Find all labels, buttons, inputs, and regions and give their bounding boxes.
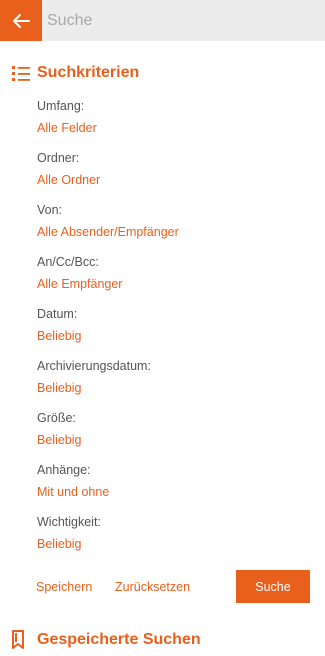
list-icon xyxy=(11,63,31,83)
search-box xyxy=(42,0,325,41)
arrow-left-icon xyxy=(13,13,30,28)
criterion-item: Ordner: Alle Ordner xyxy=(37,148,307,200)
criterion-value-link[interactable]: Alle Ordner xyxy=(37,170,307,190)
criterion-value-link[interactable]: Beliebig xyxy=(37,430,307,450)
criterion-value-link[interactable]: Beliebig xyxy=(37,378,307,398)
criteria-list: Umfang: Alle Felder Ordner: Alle Ordner Von:… xyxy=(37,96,307,564)
criterion-item: Datum: Beliebig xyxy=(37,304,307,356)
section-title: Gespeicherte Suchen xyxy=(37,631,201,648)
search-criteria-header[interactable]: Suchkriterien xyxy=(11,63,139,83)
bookmark-icon xyxy=(11,630,31,650)
criterion-label: Datum: xyxy=(37,307,78,321)
save-button[interactable]: Speichern xyxy=(36,570,92,604)
criterion-label: Ordner: xyxy=(37,151,80,165)
criterion-label: Anhänge: xyxy=(37,463,91,477)
section-title: Suchkriterien xyxy=(37,64,140,81)
criterion-label: Archivierungsdatum: xyxy=(37,359,151,373)
criterion-value-link[interactable]: Mit und ohne xyxy=(37,482,307,502)
criterion-label: Von: xyxy=(37,203,63,217)
top-bar xyxy=(0,0,325,41)
criterion-value-link[interactable]: Alle Absender/Empfänger xyxy=(37,222,307,242)
criterion-value-link[interactable]: Beliebig xyxy=(37,534,307,554)
criterion-item: Anhänge: Mit und ohne xyxy=(37,460,307,512)
search-actions: Speichern Zurücksetzen Suche xyxy=(0,570,325,604)
criterion-value-link[interactable]: Alle Empfänger xyxy=(37,274,307,294)
criterion-item: Wichtigkeit: Beliebig xyxy=(37,512,307,564)
back-button[interactable] xyxy=(0,0,42,41)
criterion-label: An/Cc/Bcc: xyxy=(37,255,99,269)
criterion-label: Größe: xyxy=(37,411,76,425)
search-input[interactable] xyxy=(42,11,325,30)
criterion-item: Archivierungsdatum: Beliebig xyxy=(37,356,307,408)
criterion-item: Umfang: Alle Felder xyxy=(37,96,307,148)
reset-button[interactable]: Zurücksetzen xyxy=(115,570,190,604)
saved-searches-header[interactable]: Gespeicherte Suchen xyxy=(11,630,201,650)
criterion-item: An/Cc/Bcc: Alle Empfänger xyxy=(37,252,307,304)
criterion-value-link[interactable]: Alle Felder xyxy=(37,118,307,138)
criterion-label: Wichtigkeit: xyxy=(37,515,101,529)
criterion-item: Größe: Beliebig xyxy=(37,408,307,460)
criterion-label: Umfang: xyxy=(37,99,85,113)
search-button[interactable]: Suche xyxy=(236,570,310,603)
criterion-item: Von: Alle Absender/Empfänger xyxy=(37,200,307,252)
criterion-value-link[interactable]: Beliebig xyxy=(37,326,307,346)
